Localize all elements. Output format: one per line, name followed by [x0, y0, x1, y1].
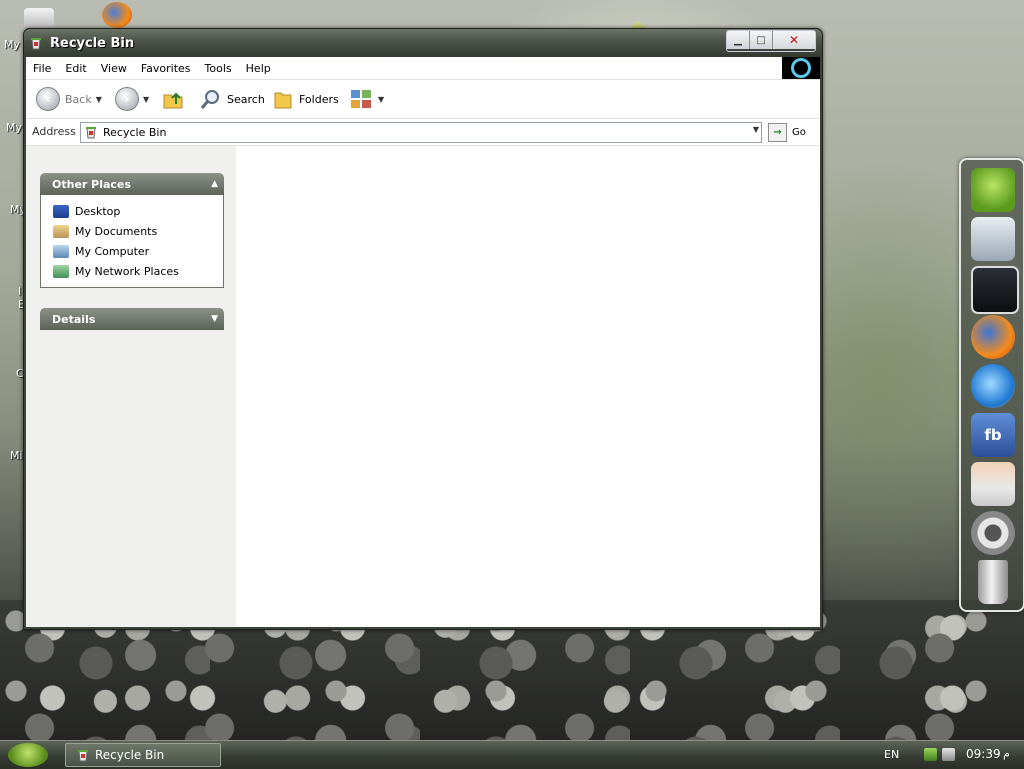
back-button[interactable]: ‹ Back ▼	[36, 87, 102, 111]
other-places-header[interactable]: Other Places ▲	[40, 173, 224, 195]
app-dock: fb	[959, 158, 1024, 612]
folders-label: Folders	[299, 92, 339, 106]
tablet-icon[interactable]	[971, 266, 1019, 314]
menu-edit[interactable]: Edit	[58, 62, 93, 75]
back-dropdown-icon[interactable]: ▼	[96, 95, 102, 104]
menu-help[interactable]: Help	[239, 62, 278, 75]
recycle-bin-window: Recycle Bin ▁ □ ✕ File Edit View Favorit…	[23, 28, 823, 630]
details-title: Details	[52, 312, 96, 326]
other-places-list: Desktop My Documents My Computer My Netw…	[40, 195, 224, 288]
file-list-area[interactable]	[236, 146, 820, 627]
address-bar: Address Recycle Bin ▼ → Go	[26, 119, 820, 146]
go-label: Go	[792, 127, 806, 138]
menu-favorites[interactable]: Favorites	[134, 62, 198, 75]
place-label: My Network Places	[75, 264, 179, 278]
facebook-icon[interactable]: fb	[971, 413, 1015, 457]
support-person-icon[interactable]	[971, 462, 1015, 506]
expand-chevron-icon[interactable]: ▼	[211, 314, 218, 324]
desktop-firefox-icon[interactable]	[102, 2, 132, 28]
my-documents-icon	[53, 224, 69, 238]
forward-button[interactable]: › ▼	[115, 87, 149, 111]
recycle-bin-icon	[86, 127, 96, 139]
forward-dropdown-icon[interactable]: ▼	[143, 95, 149, 104]
desktop-label[interactable]: I	[18, 285, 21, 298]
details-panel: Details ▼	[40, 308, 224, 330]
close-button[interactable]: ✕	[773, 31, 815, 49]
start-button[interactable]	[8, 743, 48, 767]
trash-can-icon[interactable]	[978, 560, 1008, 604]
search-button[interactable]: Search	[200, 87, 265, 111]
safely-remove-tray-icon[interactable]	[942, 748, 955, 761]
taskbar-recycle-bin-button[interactable]: Recycle Bin	[65, 743, 221, 767]
back-label: Back	[65, 92, 92, 106]
up-folder-icon	[163, 92, 183, 109]
search-icon	[200, 90, 219, 109]
place-link-my-network-places[interactable]: My Network Places	[53, 261, 223, 281]
menu-tools[interactable]: Tools	[198, 62, 239, 75]
network-places-icon	[53, 264, 69, 278]
details-header[interactable]: Details ▼	[40, 308, 224, 330]
go-button[interactable]: → Go	[768, 123, 806, 142]
views-dropdown-icon[interactable]: ▼	[378, 95, 384, 104]
place-label: My Documents	[75, 224, 158, 238]
language-indicator[interactable]: EN	[884, 748, 899, 761]
taskbar: Recycle Bin EN 09:39 م	[0, 740, 1024, 769]
title-bar[interactable]: Recycle Bin ▁ □ ✕	[24, 29, 822, 57]
place-link-my-computer[interactable]: My Computer	[53, 241, 223, 261]
standard-toolbar: ‹ Back ▼ › ▼ Search Folders ▼	[26, 80, 820, 119]
desktop-label[interactable]: My	[6, 121, 22, 134]
place-label: My Computer	[75, 244, 150, 258]
settings-gear-icon[interactable]	[971, 511, 1015, 555]
window-controls: ▁ □ ✕	[726, 30, 816, 52]
place-label: Desktop	[75, 204, 121, 218]
address-dropdown-icon[interactable]: ▼	[753, 125, 759, 134]
desktop-icon	[53, 204, 69, 218]
window-title: Recycle Bin	[50, 36, 135, 51]
folders-button[interactable]: Folders	[272, 87, 339, 111]
android-icon[interactable]	[971, 168, 1015, 212]
place-link-my-documents[interactable]: My Documents	[53, 221, 223, 241]
internet-explorer-icon[interactable]	[971, 364, 1015, 408]
menu-bar: File Edit View Favorites Tools Help	[26, 57, 820, 80]
back-arrow-icon: ‹	[36, 87, 60, 111]
clock-ampm: م	[1003, 747, 1010, 760]
windows-throbber	[782, 57, 820, 79]
collapse-chevron-icon[interactable]: ▲	[211, 179, 218, 189]
menu-view[interactable]: View	[94, 62, 134, 75]
taskbar-button-label: Recycle Bin	[95, 748, 165, 762]
other-places-panel: Other Places ▲ Desktop My Documents My C…	[40, 173, 224, 288]
forward-arrow-icon: ›	[115, 87, 139, 111]
recycle-bin-icon	[31, 38, 41, 50]
address-input[interactable]: Recycle Bin ▼	[80, 122, 762, 143]
firefox-icon[interactable]	[971, 315, 1015, 359]
search-label: Search	[227, 92, 265, 106]
clock-time[interactable]: 09:39	[966, 747, 1001, 761]
throbber-ring-icon	[791, 58, 811, 78]
views-button[interactable]: ▼	[350, 87, 384, 111]
menu-file[interactable]: File	[26, 62, 58, 75]
go-arrow-icon: →	[768, 123, 787, 142]
desktop-label[interactable]: Mi	[10, 449, 23, 462]
maximize-button[interactable]: □	[750, 31, 773, 49]
up-folder-button[interactable]	[162, 87, 184, 111]
place-link-desktop[interactable]: Desktop	[53, 201, 223, 221]
network-tray-icon[interactable]	[924, 748, 937, 761]
minimize-button[interactable]: ▁	[727, 31, 750, 49]
folders-icon	[274, 92, 292, 109]
address-value: Recycle Bin	[103, 126, 167, 139]
computer-icon[interactable]	[971, 217, 1015, 261]
views-icon	[351, 90, 371, 108]
other-places-title: Other Places	[52, 177, 131, 191]
task-pane: Other Places ▲ Desktop My Documents My C…	[26, 146, 236, 627]
address-label: Address	[32, 125, 76, 138]
window-client: File Edit View Favorites Tools Help ‹ Ba…	[26, 57, 820, 627]
recycle-bin-icon	[78, 750, 88, 762]
my-computer-icon	[53, 244, 69, 258]
